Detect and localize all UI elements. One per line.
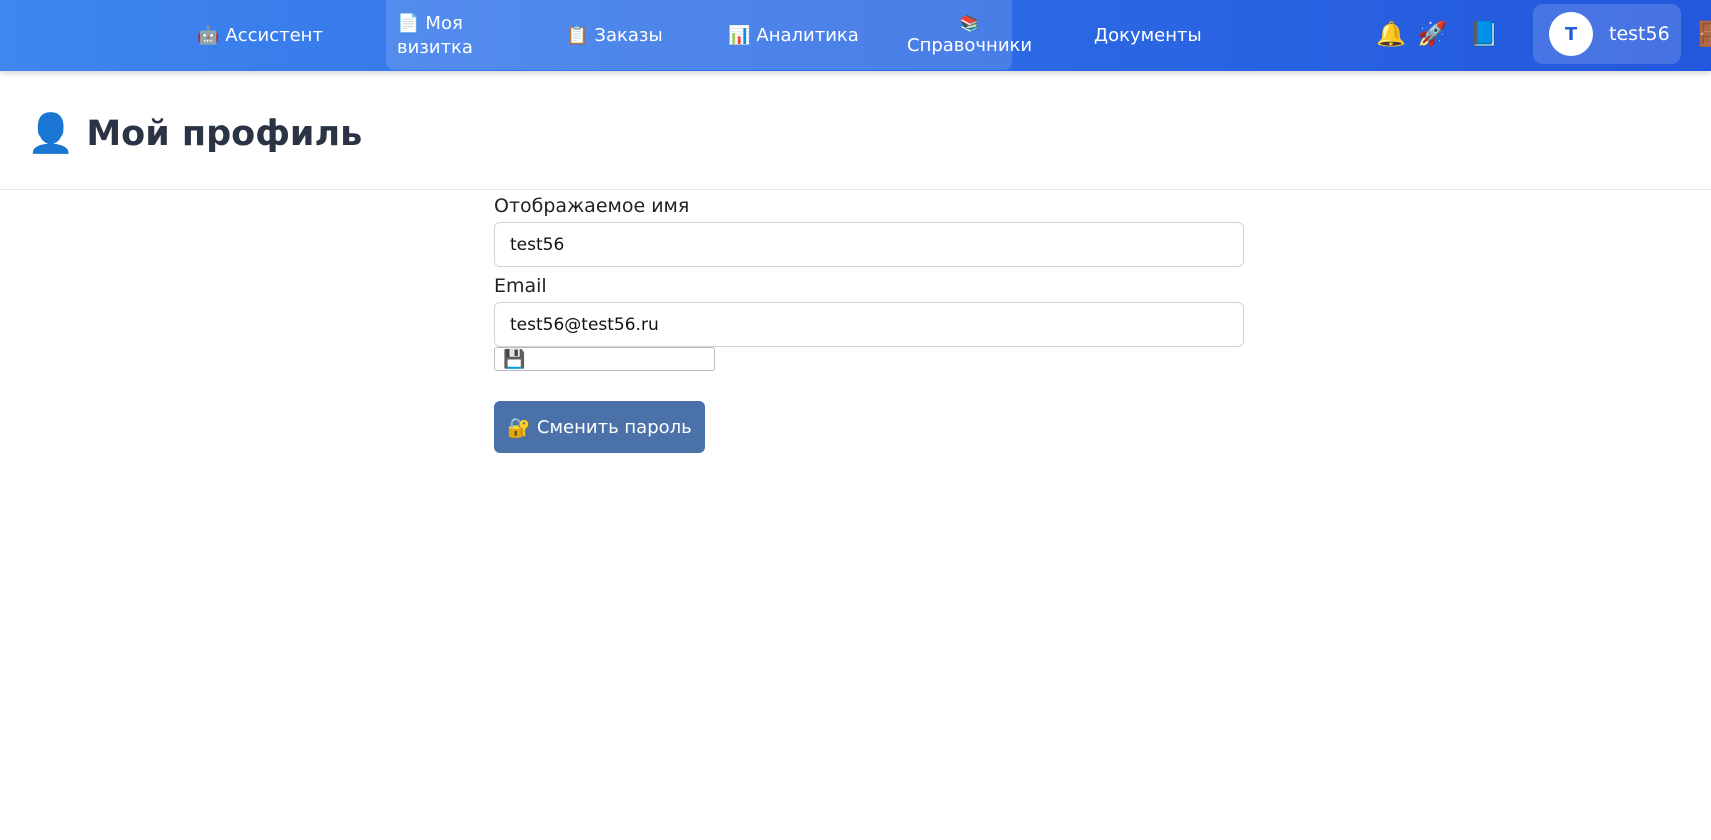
nav-item-label: Ассистент <box>225 24 323 46</box>
page-title: 👤 Мой профиль <box>27 111 362 156</box>
nav-item-business-card[interactable]: 📄 Моя визитка <box>397 0 473 71</box>
page-icon: 📄 <box>397 12 420 34</box>
profile-form: Отображаемое имя Email 💾 🔐 Сменить парол… <box>494 193 1244 453</box>
change-password-label: Сменить пароль <box>536 416 692 438</box>
page-header: 👤 Мой профиль <box>0 71 1711 190</box>
robot-icon: 🤖 <box>197 24 220 46</box>
nav-item-assistant[interactable]: 🤖 Ассистент <box>197 0 323 71</box>
user-menu[interactable]: T test56 <box>1533 4 1681 64</box>
save-button[interactable]: 💾 <box>494 347 715 371</box>
nav-item-orders[interactable]: 📋 Заказы <box>566 0 663 71</box>
page-title-text: Мой профиль <box>86 113 363 154</box>
books-icon: 📚 <box>959 13 980 33</box>
bar-chart-icon: 📊 <box>728 24 751 46</box>
lock-key-icon: 🔐 <box>507 416 531 439</box>
change-password-button[interactable]: 🔐 Сменить пароль <box>494 401 705 453</box>
bell-icon[interactable]: 🔔 <box>1374 17 1408 51</box>
nav-item-analytics[interactable]: 📊 Аналитика <box>728 0 859 71</box>
nav-item-label: Аналитика <box>756 24 859 46</box>
nav-item-documents[interactable]: Документы <box>1094 0 1202 71</box>
user-name: test56 <box>1609 23 1670 45</box>
door-icon[interactable]: 🚪 <box>1692 20 1711 48</box>
email-label: Email <box>494 275 547 297</box>
avatar: T <box>1549 12 1593 56</box>
rocket-icon[interactable]: 🚀 <box>1415 17 1449 51</box>
nav-item-label-line2: визитка <box>397 36 473 58</box>
nav-item-label: Справочники <box>907 34 1033 56</box>
display-name-label: Отображаемое имя <box>494 195 690 217</box>
book-icon[interactable]: 📘 <box>1467 17 1501 51</box>
nav-item-label: Документы <box>1094 24 1202 46</box>
display-name-input[interactable] <box>494 222 1244 267</box>
nav-item-references[interactable]: 📚 Справочники <box>907 0 1032 71</box>
clipboard-icon: 📋 <box>566 24 589 46</box>
top-navigation-bar: 🤖 Ассистент 📄 Моя визитка 📋 Заказы 📊 Ана… <box>0 0 1711 71</box>
nav-item-label: Моя <box>425 12 463 34</box>
floppy-disk-icon: 💾 <box>503 348 526 370</box>
nav-item-label: Заказы <box>594 24 663 46</box>
user-silhouette-icon: 👤 <box>27 111 75 155</box>
email-input[interactable] <box>494 302 1244 347</box>
